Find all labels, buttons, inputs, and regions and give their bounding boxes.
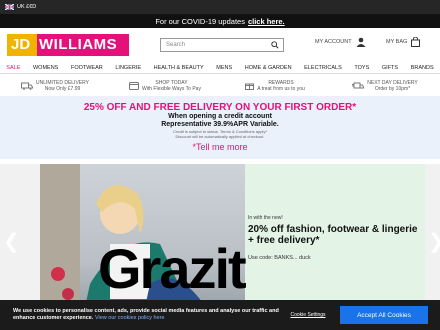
- hero-tag: In with the new!: [248, 215, 283, 221]
- covid-banner: For our COVID-19 updates click here.: [0, 14, 440, 28]
- account-button[interactable]: MY ACCOUNT: [315, 37, 366, 47]
- promo-title: 25% OFF AND FREE DELIVERY ON YOUR FIRST …: [83, 102, 357, 113]
- uk-flag-icon: [5, 4, 14, 10]
- nav-item-lingerie[interactable]: LINGERIE: [115, 65, 141, 71]
- top-bar: UK £€D: [0, 0, 440, 14]
- logo-williams: WILLIAMS: [39, 36, 118, 53]
- cookie-banner: We use cookies to personalise content, a…: [0, 300, 440, 330]
- promo-banner: 25% OFF AND FREE DELIVERY ON YOUR FIRST …: [0, 96, 440, 159]
- promo-small2: Discount will be automatically applied a…: [175, 134, 265, 139]
- covid-link[interactable]: click here.: [248, 17, 285, 26]
- promo-sub2: Representative 39.9%APR Variable.: [161, 121, 279, 128]
- nav-item-health-beauty[interactable]: HEALTH & BEAUTY: [154, 65, 204, 71]
- user-icon: [356, 37, 366, 47]
- carousel-prev-arrow[interactable]: ❮: [3, 229, 20, 254]
- promo-sub1: When opening a credit account: [168, 113, 272, 120]
- usp-rewards[interactable]: REWARDS A treat from us to you: [220, 78, 330, 93]
- nav-item-toys[interactable]: TOYS: [354, 65, 369, 71]
- nav-item-home-garden[interactable]: HOME & GARDEN: [245, 65, 292, 71]
- search-input[interactable]: Search: [160, 38, 284, 52]
- site-logo[interactable]: JD WILLIAMS: [7, 34, 129, 56]
- usp-delivery[interactable]: UNLIMITED DELIVERY Now Only £7.99: [0, 78, 110, 93]
- nav-item-brands[interactable]: BRANDS: [411, 65, 434, 71]
- accept-cookies-button[interactable]: Accept All Cookies: [340, 306, 428, 324]
- usp-delivery-line2: Now Only £7.99: [44, 85, 81, 92]
- usp-next-day-line2: Order by 10pm*: [374, 85, 411, 92]
- nav-item-footwear[interactable]: FOOTWEAR: [71, 65, 103, 71]
- cookie-settings-button[interactable]: Cookie Settings: [280, 308, 336, 322]
- bag-icon: [411, 37, 421, 47]
- hero-headline[interactable]: 20% off fashion, footwear & lingerie + f…: [248, 224, 418, 246]
- bag-button[interactable]: MY BAG: [386, 37, 421, 47]
- usp-rewards-line2: A treat from us to you: [257, 85, 305, 92]
- nav-item-gifts[interactable]: GIFTS: [382, 65, 398, 71]
- fast-truck-icon: [352, 82, 365, 88]
- account-label: MY ACCOUNT: [315, 39, 352, 45]
- search-placeholder: Search: [166, 42, 186, 48]
- logo-jd: JD: [7, 34, 37, 56]
- usp-next-day[interactable]: NEXT DAY DELIVERY Order by 10pm*: [330, 78, 440, 93]
- usp-bar: UNLIMITED DELIVERY Now Only £7.99 SHOP TO…: [0, 78, 440, 93]
- card-icon: [129, 81, 140, 90]
- main-nav: SALE WOMENS FOOTWEAR LINGERIE HEALTH & B…: [0, 62, 440, 74]
- truck-icon: [21, 82, 33, 90]
- cookie-policy-link[interactable]: View our cookies policy here: [95, 315, 165, 321]
- usp-delivery-line1: UNLIMITED DELIVERY: [36, 79, 89, 86]
- usp-shop[interactable]: SHOP TODAY With Flexible Ways To Pay: [110, 78, 220, 93]
- search-icon[interactable]: [271, 41, 279, 49]
- grazia-logo: Grazit: [98, 237, 247, 300]
- bag-label: MY BAG: [386, 39, 408, 45]
- usp-shop-line2: With Flexible Ways To Pay: [142, 85, 201, 92]
- cookie-text-block: We use cookies to personalise content, a…: [13, 308, 283, 322]
- promo-link[interactable]: *Tell me more: [0, 142, 440, 152]
- gift-icon: [245, 83, 255, 90]
- nav-item-sale[interactable]: SALE: [6, 65, 20, 71]
- hero-code: Use code: BANKS... duck: [248, 255, 311, 261]
- region-selector[interactable]: UK £€D: [17, 4, 36, 10]
- covid-text: For our COVID-19 updates: [155, 16, 245, 26]
- nav-item-womens[interactable]: WOMENS: [33, 65, 58, 71]
- carousel-next-arrow[interactable]: ❯: [428, 229, 440, 254]
- nav-item-mens[interactable]: MENS: [216, 65, 232, 71]
- nav-item-electricals[interactable]: ELECTRICALS: [304, 65, 342, 71]
- site-header: JD WILLIAMS Search MY ACCOUNT MY BAG: [0, 28, 440, 62]
- usp-next-day-line1: NEXT DAY DELIVERY: [367, 79, 418, 86]
